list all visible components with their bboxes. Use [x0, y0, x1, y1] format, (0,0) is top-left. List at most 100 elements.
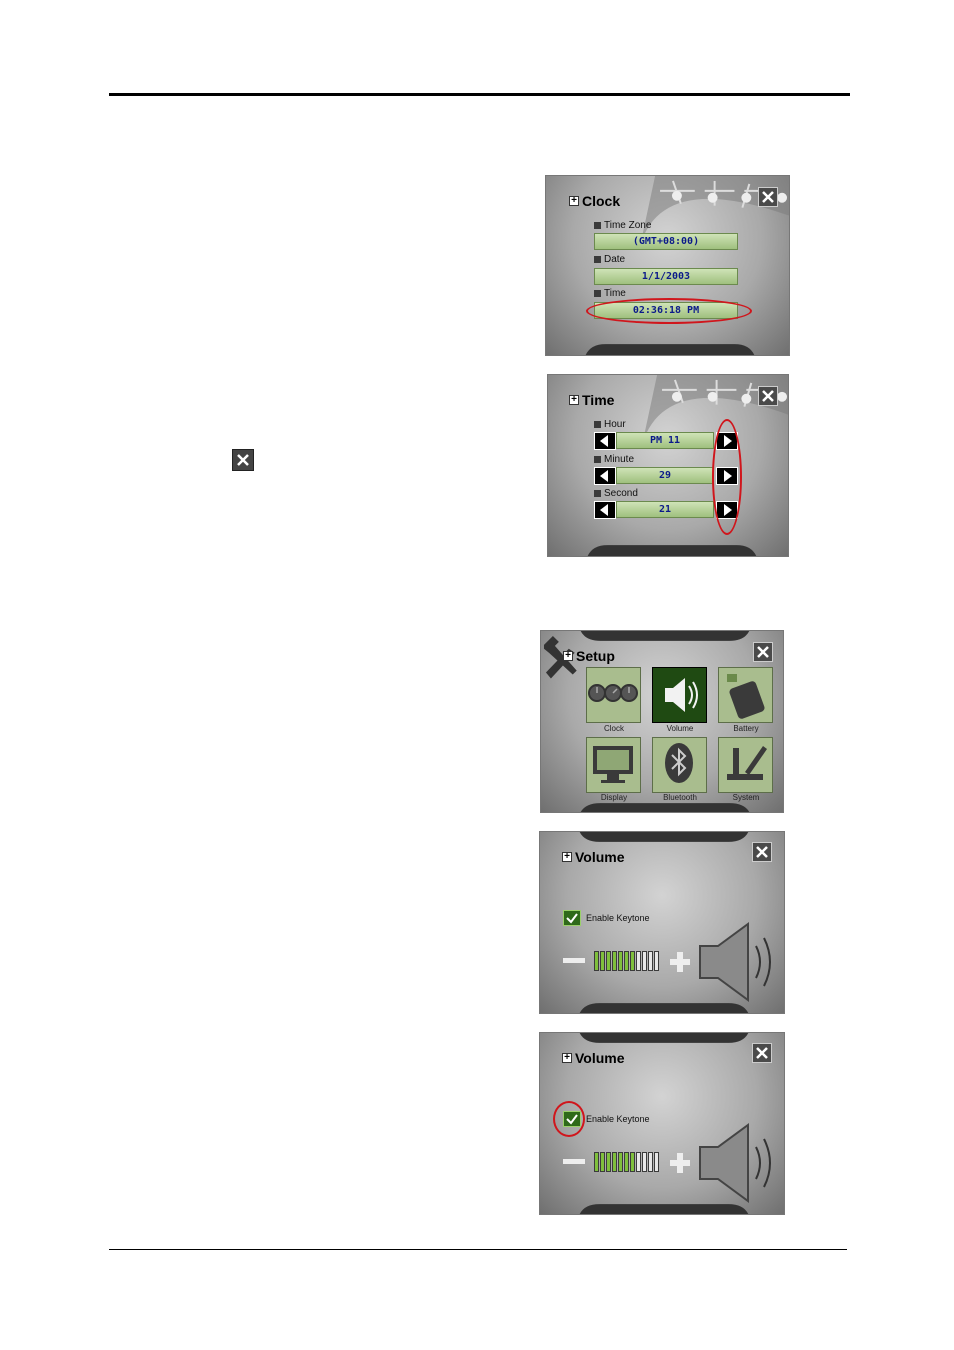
battery-icon [727, 674, 765, 719]
tile-display[interactable] [586, 737, 641, 793]
volume-segment [648, 951, 653, 971]
tile-label: Volume [666, 724, 694, 733]
volume-level-bar[interactable] [594, 1151, 664, 1173]
panel-title: + Volume [562, 1050, 625, 1066]
highlight-oval [712, 419, 742, 535]
volume-segment [642, 1152, 647, 1172]
volume-segment [624, 951, 629, 971]
keytone-label: Enable Keytone [586, 913, 650, 923]
tile-battery[interactable] [718, 667, 773, 723]
arrow-left-icon [600, 470, 608, 482]
setup-panel: + Setup Clock Volume Battery Display Blu… [540, 630, 784, 813]
tile-bluetooth[interactable] [652, 737, 707, 793]
volume-segment [618, 951, 623, 971]
keytone-label: Enable Keytone [586, 1114, 650, 1124]
volume-segment [612, 951, 617, 971]
volume-segment [600, 1152, 605, 1172]
expand-icon: + [569, 395, 579, 405]
volume-segment [594, 951, 599, 971]
close-button[interactable] [758, 187, 778, 207]
expand-icon: + [563, 651, 573, 661]
volume-segment [636, 951, 641, 971]
second-field: 21 [616, 501, 714, 518]
close-icon [762, 390, 774, 402]
hour-field: PM 11 [616, 432, 714, 449]
volume-segment [630, 951, 635, 971]
tile-volume[interactable] [652, 667, 707, 723]
clock-panel: + Clock Time Zone (GMT+08:00) Date 1/1/2… [545, 175, 790, 356]
volume-segment [654, 951, 659, 971]
tile-label: Clock [603, 724, 624, 733]
speaker-icon [665, 678, 698, 712]
close-button[interactable] [752, 842, 772, 862]
close-button[interactable] [752, 1043, 772, 1063]
monitor-icon [593, 746, 633, 783]
tile-label: Display [600, 793, 628, 802]
footer-rule [109, 1249, 847, 1250]
volume-segment [600, 951, 605, 971]
volume-segment [648, 1152, 653, 1172]
panel-title: + Volume [562, 849, 625, 865]
speaker-icon [699, 1123, 771, 1203]
volume-segment [594, 1152, 599, 1172]
volume-segment [618, 1152, 623, 1172]
bluetooth-icon [665, 743, 693, 783]
date-label: Date [594, 254, 625, 265]
tile-label: System [732, 793, 760, 802]
close-icon [232, 449, 254, 471]
tile-label: Battery [733, 724, 759, 733]
time-zone-field[interactable]: (GMT+08:00) [594, 233, 738, 250]
volume-segment [642, 951, 647, 971]
second-label: Second [594, 488, 638, 499]
expand-icon: + [562, 852, 572, 862]
volume-panel-2: + Volume Enable Keytone [539, 1032, 785, 1215]
minute-decrease-button[interactable] [594, 467, 616, 485]
minute-label: Minute [594, 454, 634, 465]
setup-title: Setup [576, 648, 615, 664]
panel-title: + Clock [569, 193, 620, 209]
close-button[interactable] [758, 386, 778, 406]
volume-segment [606, 1152, 611, 1172]
header-rule [109, 93, 850, 96]
close-icon [756, 1047, 768, 1059]
minute-field: 29 [616, 467, 714, 484]
close-icon [756, 846, 768, 858]
volume-segment [606, 951, 611, 971]
volume-segment [636, 1152, 641, 1172]
panel-title: + Time [569, 392, 614, 408]
highlight-oval [553, 1101, 585, 1137]
hour-decrease-button[interactable] [594, 432, 616, 450]
expand-icon: + [562, 1053, 572, 1063]
volume-title: Volume [575, 1050, 625, 1066]
tools-icon [727, 746, 767, 780]
keytone-checkbox[interactable] [563, 910, 581, 926]
speaker-icon [699, 922, 771, 1002]
close-icon [762, 191, 774, 203]
tile-label: Bluetooth [663, 793, 697, 802]
volume-minus-button[interactable] [563, 958, 585, 963]
volume-level-bar[interactable] [594, 950, 664, 972]
arrow-left-icon [600, 504, 608, 516]
time-label: Time [594, 288, 626, 299]
volume-panel-1: + Volume Enable Keytone [539, 831, 785, 1014]
hour-label: Hour [594, 419, 626, 430]
clock-title: Clock [582, 193, 621, 209]
volume-segment [630, 1152, 635, 1172]
volume-plus-button[interactable] [670, 1153, 690, 1173]
volume-plus-button[interactable] [670, 952, 690, 972]
second-decrease-button[interactable] [594, 501, 616, 519]
time-zone-label: Time Zone [594, 220, 651, 231]
clock-icon [588, 684, 638, 702]
date-field[interactable]: 1/1/2003 [594, 268, 738, 285]
volume-minus-button[interactable] [563, 1159, 585, 1164]
arrow-left-icon [600, 435, 608, 447]
expand-icon: + [569, 196, 579, 206]
panel-title: + Setup [563, 648, 615, 664]
check-icon [566, 913, 578, 924]
close-icon [757, 646, 769, 658]
close-button[interactable] [753, 642, 773, 662]
volume-segment [612, 1152, 617, 1172]
tile-clock[interactable] [586, 667, 641, 723]
tile-system[interactable] [718, 737, 773, 793]
time-title: Time [582, 392, 615, 408]
